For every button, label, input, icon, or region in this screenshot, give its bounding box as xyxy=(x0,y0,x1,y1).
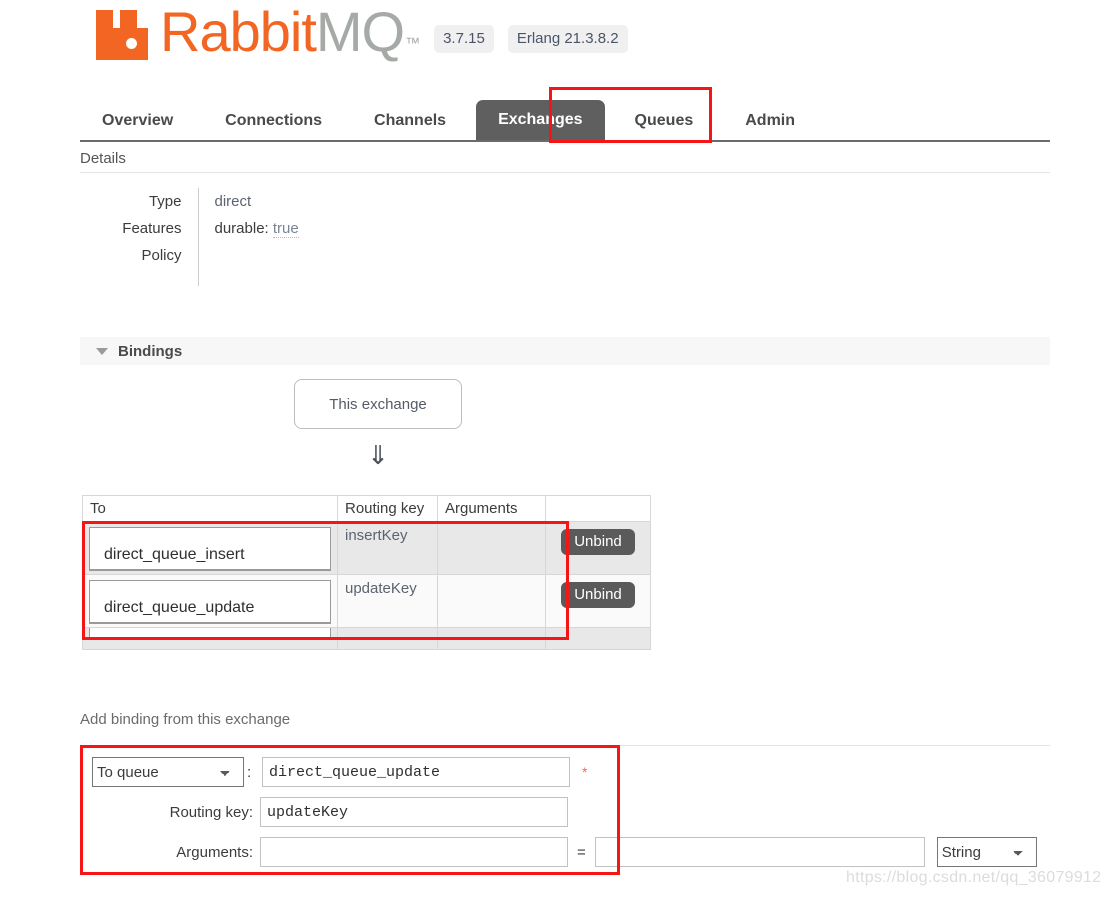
routing-key-input[interactable] xyxy=(260,797,568,827)
destination-input[interactable] xyxy=(262,757,570,787)
bindings-section-header[interactable]: Bindings xyxy=(80,337,1050,365)
queue-link-overflow xyxy=(89,628,331,640)
argument-type-select[interactable]: String xyxy=(936,837,1037,867)
tab-overview[interactable]: Overview xyxy=(80,112,195,140)
destination-type-select[interactable]: To queue xyxy=(92,757,244,787)
this-exchange-node: This exchange xyxy=(294,379,462,429)
unbind-button[interactable]: Unbind xyxy=(561,582,635,608)
form-row-arguments: Arguments: = String xyxy=(80,832,1108,872)
tab-overview-label: Overview xyxy=(102,112,174,129)
triangle-down-icon xyxy=(96,347,108,355)
binding-arguments-cell-overflow xyxy=(437,627,546,650)
column-header-routing-key[interactable]: Routing key xyxy=(337,495,438,522)
arguments-value xyxy=(438,522,545,527)
binding-arguments-cell xyxy=(437,574,546,628)
server-version-badge: 3.7.15 xyxy=(434,25,494,53)
column-header-to[interactable]: To xyxy=(82,495,338,522)
binding-destination-cell: direct_queue_insert xyxy=(82,521,338,575)
queue-name: direct_queue_insert xyxy=(104,546,245,563)
tab-channels[interactable]: Channels xyxy=(352,112,468,140)
arguments-equals-sign: = xyxy=(577,843,586,861)
details-label-policy: Policy xyxy=(80,242,199,286)
details-divider xyxy=(80,172,1050,173)
erlang-version-badge: Erlang 21.3.8.2 xyxy=(507,25,628,53)
details-label-features: Features xyxy=(80,215,199,242)
details-label-type: Type xyxy=(80,188,199,215)
form-row-destination: To queue : * xyxy=(80,752,1108,792)
required-marker-icon: * xyxy=(582,764,588,780)
destination-colon: : xyxy=(247,763,252,781)
binding-action-cell-overflow xyxy=(545,627,651,650)
table-row: direct_queue_insert insertKey Unbind xyxy=(82,521,651,575)
binding-action-cell: Unbind xyxy=(545,521,651,575)
details-value-type: direct xyxy=(214,193,252,210)
trademark-symbol: ™ xyxy=(405,35,421,52)
binding-action-cell: Unbind xyxy=(545,574,651,628)
tab-channels-label: Channels xyxy=(374,112,447,129)
table-row: direct_queue_update updateKey Unbind xyxy=(82,574,651,628)
main-navigation: Overview Connections Channels Exchanges … xyxy=(80,98,1050,142)
feature-name: durable: xyxy=(214,220,269,237)
details-value-policy xyxy=(198,242,378,286)
brand-name-primary: Rabbit xyxy=(160,0,317,63)
feature-value: true xyxy=(272,220,299,238)
add-binding-divider xyxy=(80,745,1050,746)
binding-routing-key-cell-overflow xyxy=(337,627,438,650)
tab-admin[interactable]: Admin xyxy=(723,112,817,140)
binding-routing-key-cell: insertKey xyxy=(337,521,438,575)
bindings-table-header-row: To Routing key Arguments xyxy=(82,495,651,522)
column-header-actions xyxy=(545,495,651,522)
column-header-arguments[interactable]: Arguments xyxy=(437,495,546,522)
arguments-label: Arguments: xyxy=(176,843,253,861)
tab-connections-label: Connections xyxy=(225,112,323,129)
this-exchange-label: This exchange xyxy=(329,395,427,413)
details-value-features: durable: true xyxy=(198,215,378,242)
binding-destination-cell-overflow xyxy=(82,627,338,650)
details-row-policy: Policy xyxy=(80,242,378,286)
page-header: Rabbit MQ ™ 3.7.15 Erlang 21.3.8.2 xyxy=(0,0,1108,88)
unbind-button[interactable]: Unbind xyxy=(561,529,635,555)
argument-key-input[interactable] xyxy=(260,837,568,867)
queue-name: direct_queue_update xyxy=(104,599,255,616)
argument-value-input[interactable] xyxy=(594,837,925,867)
arguments-value xyxy=(438,575,545,580)
routing-key-value: insertKey xyxy=(345,527,408,544)
queue-link[interactable]: direct_queue_insert xyxy=(89,527,331,571)
binding-routing-key-cell: updateKey xyxy=(337,574,438,628)
tab-connections[interactable]: Connections xyxy=(203,112,344,140)
watermark-text: https://blog.csdn.net/qq_36079912 xyxy=(846,869,1102,886)
brand-logo[interactable]: Rabbit MQ ™ 3.7.15 Erlang 21.3.8.2 xyxy=(96,4,628,60)
details-row-type: Type direct xyxy=(80,188,378,215)
tab-exchanges-label: Exchanges xyxy=(498,111,583,128)
brand-name-secondary: MQ xyxy=(315,0,405,63)
routing-key-value: updateKey xyxy=(345,580,417,597)
add-binding-section-label: Add binding from this exchange xyxy=(80,711,291,728)
tab-admin-label: Admin xyxy=(745,112,796,129)
tab-queues[interactable]: Queues xyxy=(613,112,716,140)
details-row-features: Features durable: true xyxy=(80,215,378,242)
bindings-section-title: Bindings xyxy=(118,342,183,360)
add-binding-form: To queue : * Routing key: Arguments: = S… xyxy=(80,752,1108,872)
rabbit-logo-icon xyxy=(96,8,158,60)
routing-key-label: Routing key: xyxy=(169,803,253,821)
exchange-details-table: Type direct Features durable: true Polic… xyxy=(80,188,378,286)
tab-queues-label: Queues xyxy=(634,112,694,129)
table-row-overflow xyxy=(82,627,651,650)
queue-link[interactable]: direct_queue_update xyxy=(89,580,331,624)
bindings-table: To Routing key Arguments direct_queue_in… xyxy=(82,495,651,650)
form-row-routing-key: Routing key: xyxy=(80,792,1108,832)
details-section-label: Details xyxy=(80,150,126,167)
tab-exchanges[interactable]: Exchanges xyxy=(476,100,605,140)
double-down-arrow-icon: ⇓ xyxy=(367,440,389,470)
binding-destination-cell: direct_queue_update xyxy=(82,574,338,628)
binding-arguments-cell xyxy=(437,521,546,575)
